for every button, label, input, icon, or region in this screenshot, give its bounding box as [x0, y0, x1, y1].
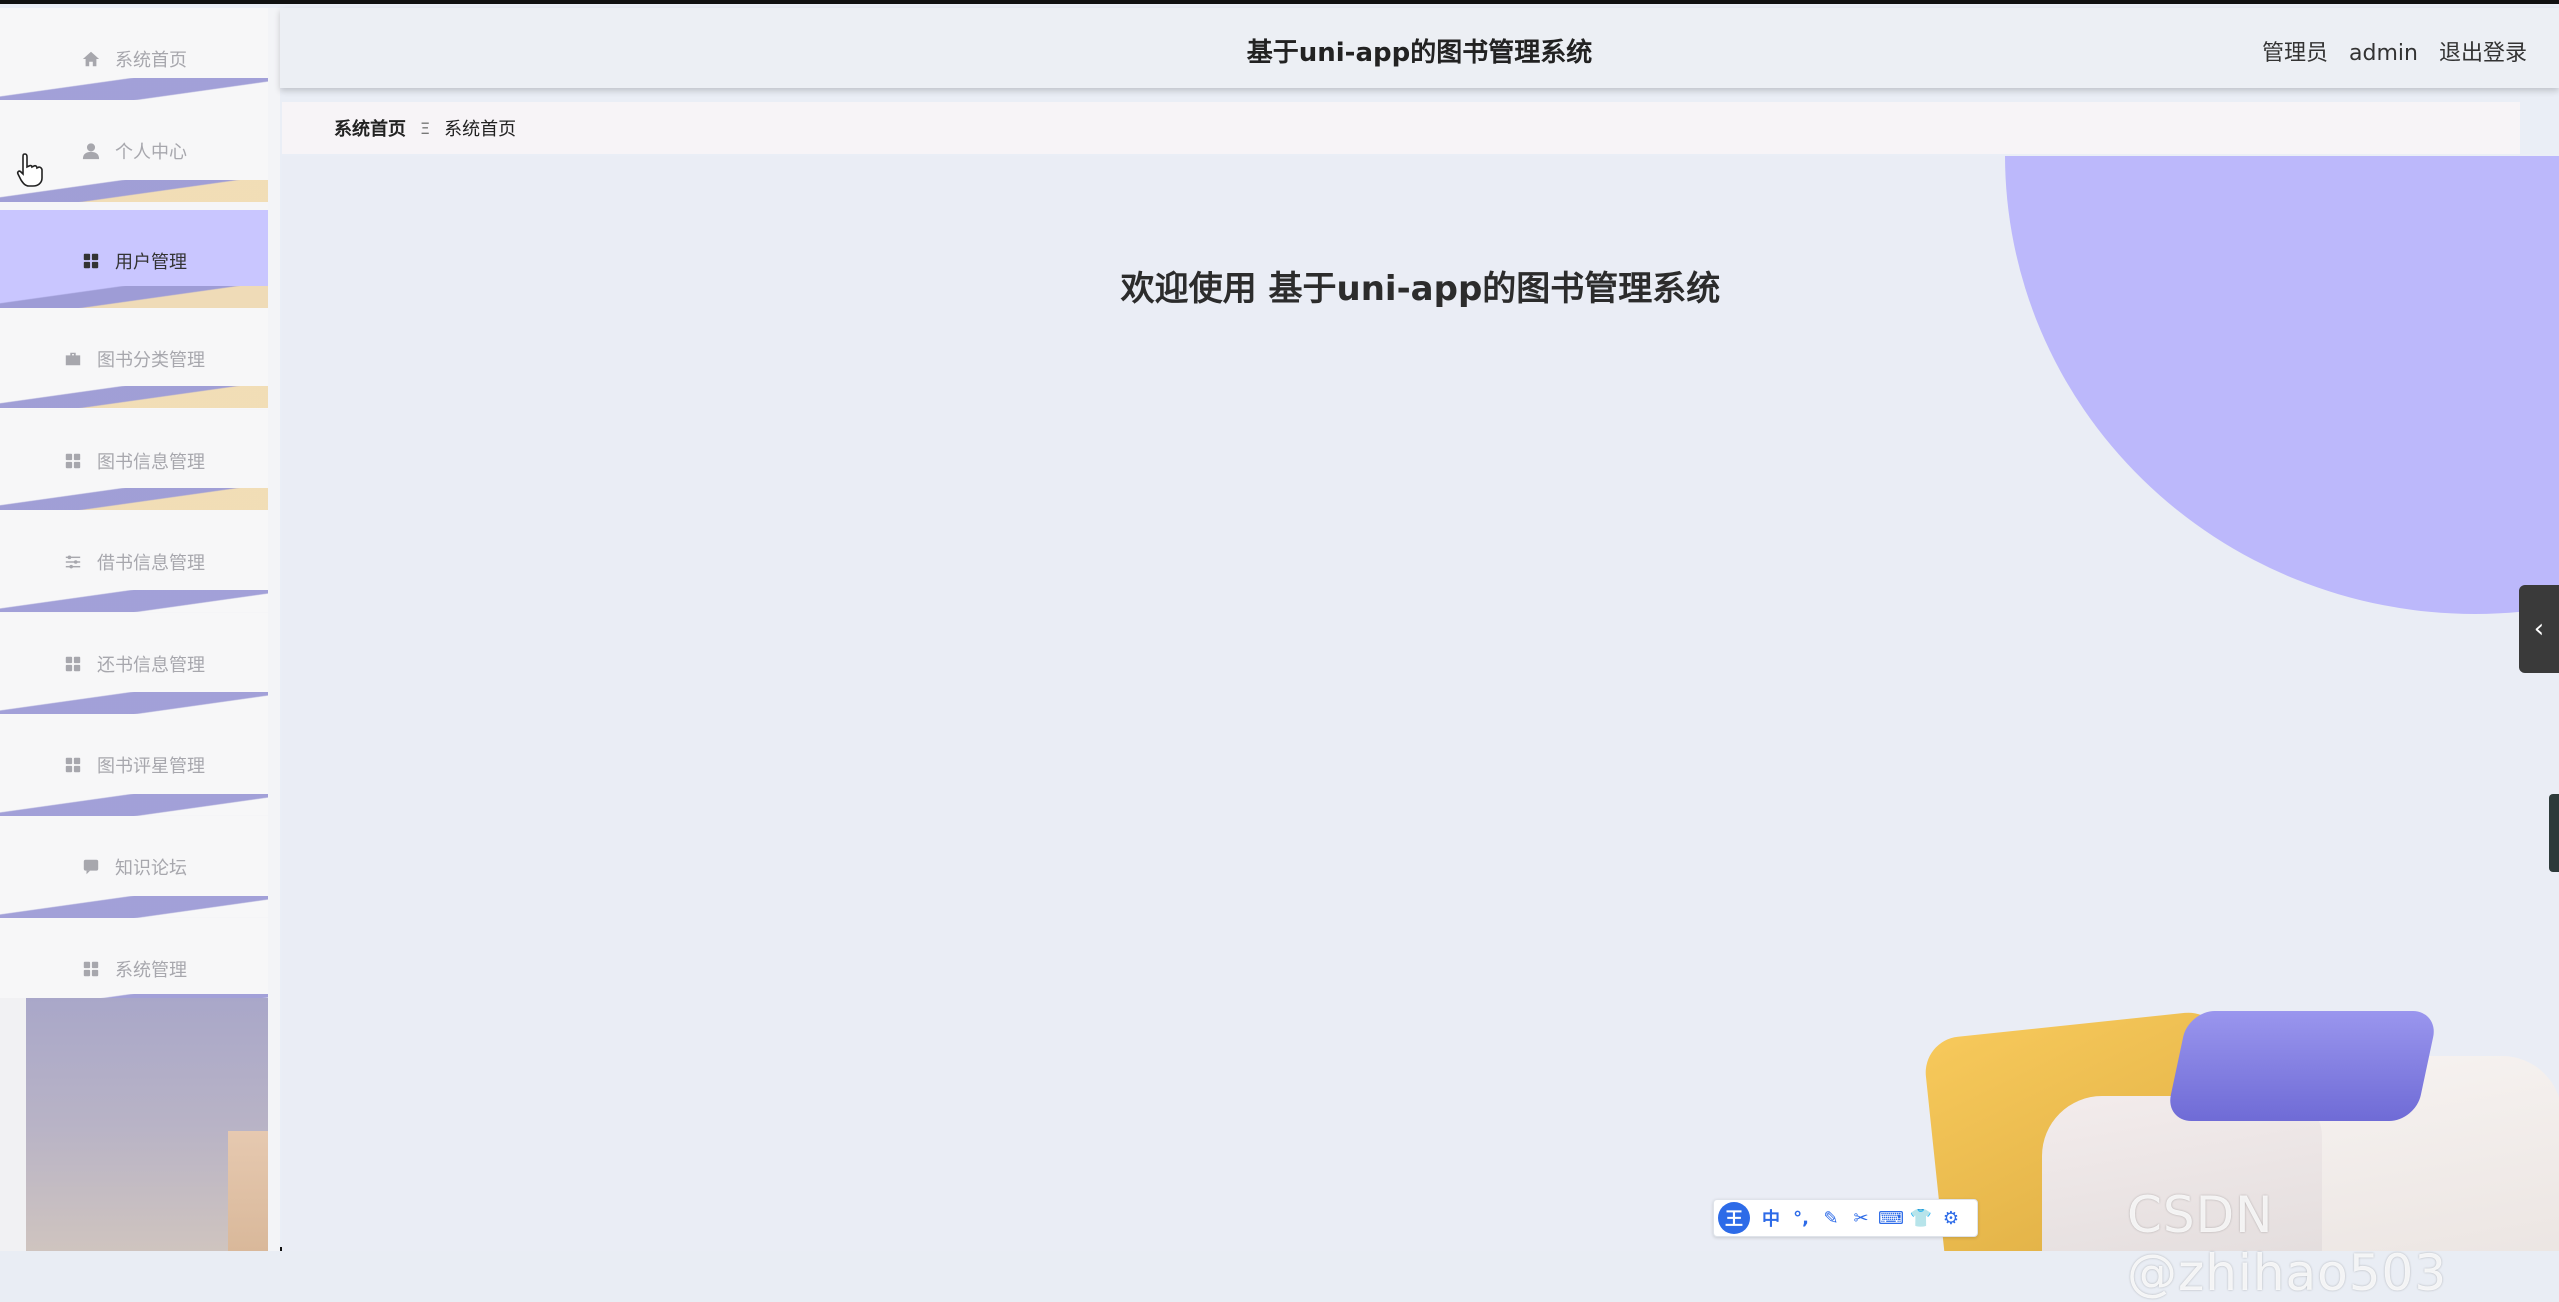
sidebar-item-label: 系统管理 [115, 959, 187, 981]
chat-icon [81, 857, 101, 877]
sidebar-decoration [0, 386, 268, 408]
ime-settings-icon[interactable]: ⚙ [1936, 1208, 1966, 1229]
grid-icon [63, 755, 83, 775]
logout-button[interactable]: 退出登录 [2439, 41, 2527, 66]
briefcase-icon [63, 349, 83, 369]
ime-punctuation-icon[interactable]: °, [1786, 1208, 1816, 1229]
sidebar-background-image [0, 998, 268, 1251]
main-content: 欢迎使用 基于uni-app的图书管理系统 [282, 156, 2559, 1251]
sidebar-decoration [0, 692, 268, 714]
sidebar-item-label: 图书评星管理 [97, 755, 205, 777]
ime-handwriting-icon[interactable]: ✎ [1816, 1208, 1846, 1229]
sidebar-decoration [0, 78, 268, 100]
breadcrumb-home-link[interactable]: 系统首页 [334, 115, 406, 141]
top-header: 基于uni-app的图书管理系统 管理员 admin 退出登录 [280, 8, 2559, 88]
sidebar-item-label: 图书信息管理 [97, 451, 205, 473]
sidebar-item-label: 用户管理 [115, 251, 187, 273]
sidebar-item-label: 图书分类管理 [97, 349, 205, 371]
sidebar-item-label: 知识论坛 [115, 857, 187, 879]
welcome-heading: 欢迎使用 基于uni-app的图书管理系统 [1120, 269, 1721, 309]
sidebar-item-label: 借书信息管理 [97, 552, 205, 574]
sidebar-decoration [0, 794, 268, 816]
app-title: 基于uni-app的图书管理系统 [1246, 38, 1593, 68]
ime-toolbar: 王 中 °, ✎ ✂ ⌨ 👕 ⚙ [1713, 1199, 1978, 1237]
grid-icon [63, 451, 83, 471]
grid-icon [81, 251, 101, 271]
sidebar-item-label: 还书信息管理 [97, 654, 205, 676]
breadcrumb-separator: Ξ [420, 118, 431, 138]
sidebar: 系统首页 个人中心 用户管理 图书分类管理 图书信息管理 借书信息管理 还书信息… [0, 8, 268, 1251]
hand-cursor-icon [16, 153, 43, 187]
sliders-icon [63, 552, 83, 572]
ime-chinese-mode-icon[interactable]: 中 [1756, 1205, 1786, 1231]
side-handle[interactable] [2549, 794, 2559, 872]
watermark: CSDN @zhihao503 [2127, 1186, 2448, 1302]
username: admin [2349, 41, 2418, 66]
breadcrumb: 系统首页 Ξ 系统首页 [282, 102, 2520, 154]
decorative-cube [2165, 1011, 2439, 1121]
user-info: 管理员 admin 退出登录 [2262, 35, 2527, 67]
user-icon [81, 141, 101, 161]
ime-logo-icon[interactable]: 王 [1718, 1202, 1750, 1234]
home-icon [81, 49, 101, 69]
sidebar-decoration [0, 896, 268, 918]
ime-skin-icon[interactable]: 👕 [1906, 1208, 1936, 1229]
chevron-left-icon: ‹ [2533, 614, 2545, 644]
app-window: 系统首页 个人中心 用户管理 图书分类管理 图书信息管理 借书信息管理 还书信息… [0, 0, 2559, 1302]
decorative-circle [2005, 156, 2559, 614]
breadcrumb-current: 系统首页 [444, 119, 517, 140]
sidebar-decoration [0, 286, 268, 308]
user-role: 管理员 [2262, 41, 2329, 66]
grid-icon [63, 654, 83, 674]
collapse-panel-button[interactable]: ‹ [2519, 585, 2559, 673]
sidebar-decoration [0, 590, 268, 612]
grid-icon [81, 959, 101, 979]
sidebar-item-label: 系统首页 [115, 49, 187, 71]
sidebar-item-label: 个人中心 [115, 141, 187, 163]
sidebar-divider [268, 8, 280, 1251]
sidebar-decoration [0, 488, 268, 510]
ime-screenshot-icon[interactable]: ✂ [1846, 1208, 1876, 1229]
ime-keyboard-icon[interactable]: ⌨ [1876, 1208, 1906, 1229]
